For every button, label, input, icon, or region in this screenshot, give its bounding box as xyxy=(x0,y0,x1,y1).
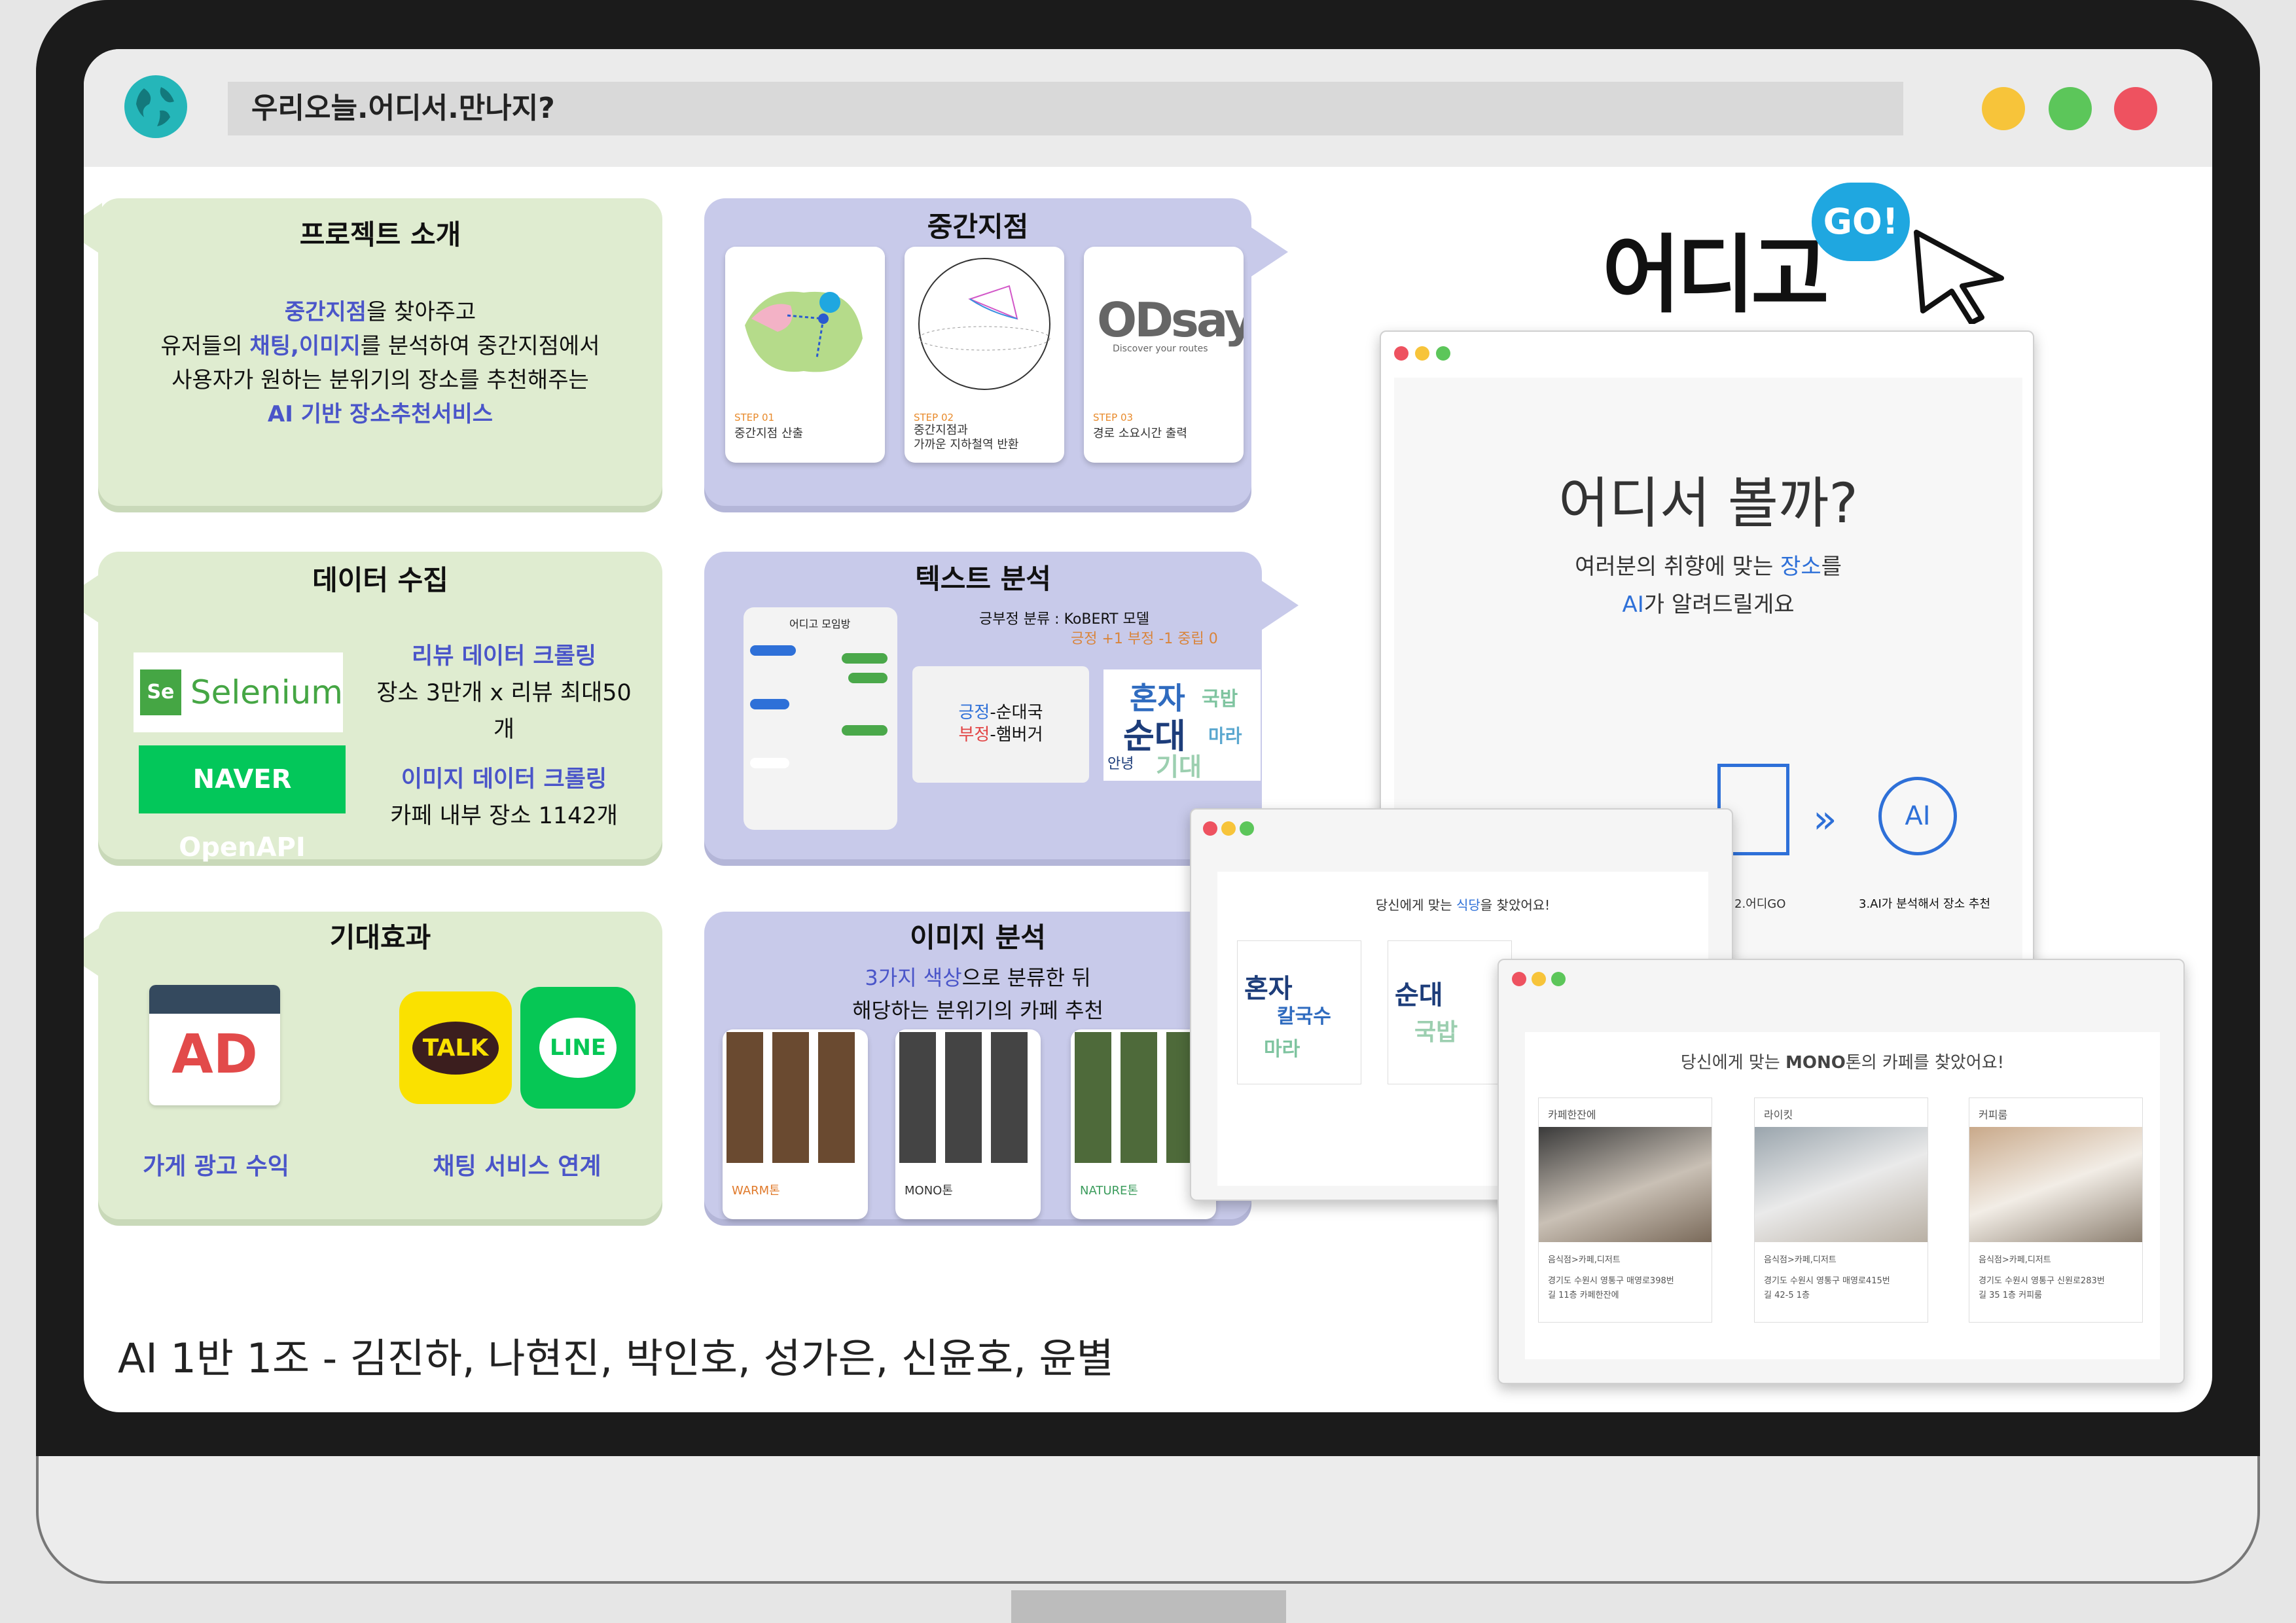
maximize-button xyxy=(1240,821,1254,836)
step-label: 2.어디GO xyxy=(1734,897,1786,911)
step-card: STEP 01 중간지점 산출 xyxy=(725,247,885,463)
midpoint-card: 중간지점 STEP 01 중간지점 산출 STEP 02 중간지점과 가까운 지… xyxy=(704,198,1251,506)
app-subtitle: 여러분의 취향에 맞는 장소를 AI가 알려드릴게요 xyxy=(1575,554,1842,618)
step-label: 3.AI가 분석해서 장소 추천 xyxy=(1859,897,1990,911)
brand-logo: 어디고 xyxy=(1602,225,1829,325)
text-analysis-card: 텍스트 분석 어디고 모임방 긍부정 분류 : KoBERT 모델 긍정 +1 … xyxy=(704,552,1262,859)
card-title: 프로젝트 소개 xyxy=(299,219,461,251)
bubble-tail xyxy=(1249,226,1288,278)
minimize-button xyxy=(1532,972,1546,986)
cursor-icon xyxy=(1910,226,2008,327)
card-title: 데이터 수집 xyxy=(312,564,448,596)
maximize-button xyxy=(1551,972,1566,986)
globe-icon[interactable] xyxy=(124,75,187,138)
ai-icon: AI xyxy=(1878,777,1957,855)
result-title: 당신에게 맞는 MONO톤의 카페를 찾았어요! xyxy=(1680,1053,2005,1073)
result-title: 당신에게 맞는 식당을 찾았어요! xyxy=(1375,897,1551,913)
cafe-card[interactable]: 라이킷 음식점>카페,디저트 경기도 수원시 영통구 매영로415번 길 42-… xyxy=(1754,1097,1928,1323)
sphere-diagram xyxy=(918,258,1050,390)
cafe-card[interactable]: 카페한잔에 음식점>카페,디저트 경기도 수원시 영통구 매영로398번 길 1… xyxy=(1538,1097,1712,1323)
sentiment-result: 긍정-순대국 부정-햄버거 xyxy=(912,666,1089,783)
minimize-button xyxy=(1221,821,1236,836)
maximize-button[interactable] xyxy=(2049,87,2092,130)
word-cloud: 혼자 순대 국밥 기대 마라 안녕 xyxy=(1103,669,1261,781)
kakaotalk-icon: TALK xyxy=(399,991,512,1104)
app-heading: 어디서 볼까? xyxy=(1558,471,1858,535)
close-button[interactable] xyxy=(2114,87,2157,130)
team-credits: AI 1반 1조 - 김진하, 나현진, 박인호, 성가은, 신윤호, 윤별 xyxy=(118,1334,1114,1382)
card-title: 중간지점 xyxy=(927,211,1029,243)
tone-card-warm: WARM톤 xyxy=(723,1029,868,1219)
minimize-button[interactable] xyxy=(1982,87,2025,130)
go-bubble: GO! xyxy=(1812,183,1910,261)
bubble-tail xyxy=(1259,579,1299,632)
chevron-right-icon: » xyxy=(1813,796,1837,842)
monitor-stand xyxy=(1011,1590,1286,1623)
card-title: 이미지 분석 xyxy=(910,921,1046,954)
card-title: 기대효과 xyxy=(329,921,431,954)
ad-icon: AD xyxy=(149,985,280,1105)
project-description: 중간지점을 찾아주고 유저들의 채팅,이미지를 분석하여 중간지점에서 사용자가… xyxy=(160,299,600,427)
image-analysis-card: 이미지 분석 3가지 색상으로 분류한 뒤 해당하는 분위기의 카페 추천 WA… xyxy=(704,912,1251,1219)
minimize-button xyxy=(1415,346,1429,361)
step-card: STEP 02 중간지점과 가까운 지하철역 반환 xyxy=(905,247,1064,463)
model-label: 긍부정 분류 : KoBERT 모델 xyxy=(979,611,1149,628)
image-analysis-desc: 3가지 색상으로 분류한 뒤 해당하는 분위기의 카페 추천 xyxy=(852,965,1103,1023)
odsay-tagline: Discover your routes xyxy=(1113,344,1208,354)
close-button xyxy=(1394,346,1408,361)
wordcloud-card: 혼자 칼국수 마라 xyxy=(1237,940,1361,1084)
close-button xyxy=(1203,821,1217,836)
cafe-result-mockup: 당신에게 맞는 MONO톤의 카페를 찾았어요! 카페한잔에 음식점>카페,디저… xyxy=(1498,959,2185,1384)
address-bar[interactable]: 우리오늘.어디서.만나지? xyxy=(228,82,1903,135)
sentiment-legend: 긍정 +1 부정 -1 중립 0 xyxy=(1071,631,1218,647)
project-intro-card: 프로젝트 소개 중간지점을 찾아주고 유저들의 채팅,이미지를 분석하여 중간지… xyxy=(98,198,662,506)
expected-effect-card: 기대효과 AD 가게 광고 수익 TALK LINE 채팅 서비스 연계 xyxy=(98,912,662,1219)
close-button xyxy=(1512,972,1526,986)
odsay-logo: ODsay xyxy=(1097,293,1244,348)
cafe-card[interactable]: 커피룸 음식점>카페,디저트 경기도 수원시 영통구 신원로283번 길 35 … xyxy=(1969,1097,2143,1323)
tone-card-mono: MONO톤 xyxy=(895,1029,1041,1219)
maximize-button xyxy=(1436,346,1450,361)
wordcloud-card: 순대 국밥 xyxy=(1388,940,1512,1084)
chat-service-label: 채팅 서비스 연계 xyxy=(433,1153,601,1180)
line-icon: LINE xyxy=(520,987,636,1109)
naver-openapi-logo: NAVER OpenAPI xyxy=(139,745,346,863)
browser-window: 우리오늘.어디서.만나지? 프로젝트 소개 중간지점을 찾아주고 유저들의 채팅… xyxy=(84,49,2212,1412)
ad-revenue-label: 가게 광고 수익 xyxy=(143,1153,289,1180)
chat-mockup: 어디고 모임방 xyxy=(744,607,897,830)
selenium-logo: Se Selenium xyxy=(134,652,343,732)
card-title: 텍스트 분석 xyxy=(915,563,1051,595)
map-illustration xyxy=(725,247,885,402)
data-collection-card: 데이터 수집 Se Selenium NAVER OpenAPI 리뷰 데이터 … xyxy=(98,552,662,863)
crawl-info: 리뷰 데이터 크롤링 장소 3만개 x 리뷰 최대50개 이미지 데이터 크롤링… xyxy=(376,643,632,829)
step-card: ODsay Discover your routes STEP 03 경로 소요… xyxy=(1084,247,1244,463)
